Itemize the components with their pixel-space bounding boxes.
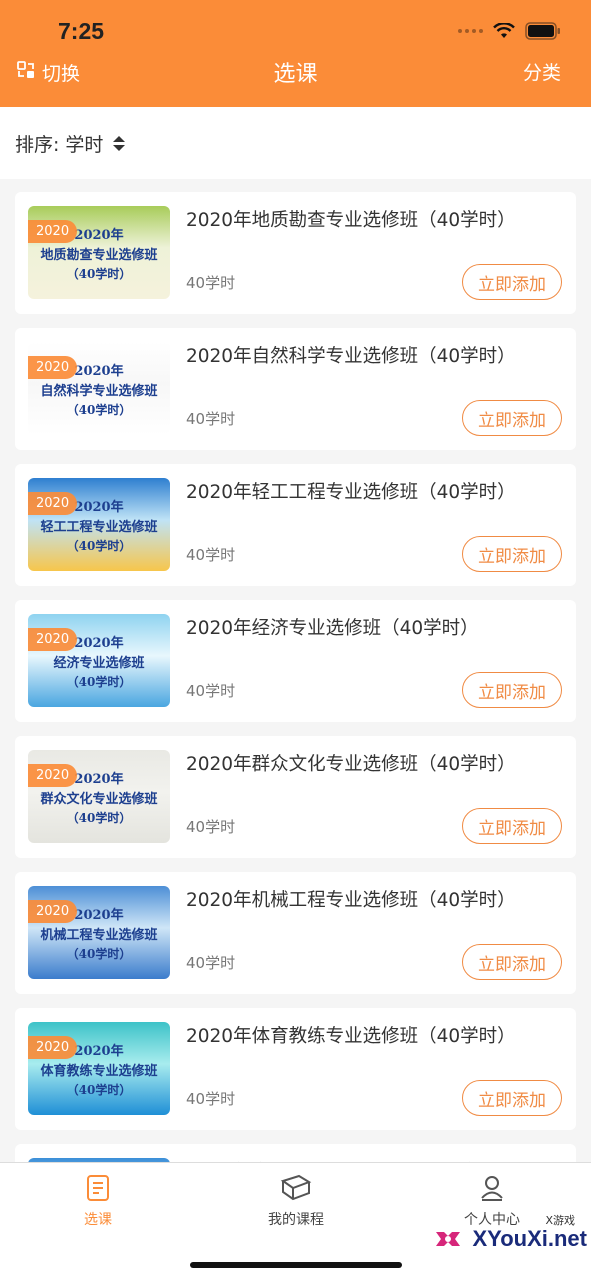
year-badge: 2020: [28, 764, 78, 787]
thumbnail-line-3: （40学时）: [66, 1083, 132, 1097]
thumbnail-line-3: （40学时）: [66, 539, 132, 553]
course-thumbnail[interactable]: 2020年 机械工程专业选修班 （40学时） 2020: [28, 886, 170, 979]
course-hours: 40学时: [186, 818, 236, 836]
course-thumbnail[interactable]: 2020年 自然科学专业选修班 （40学时） 2020: [28, 342, 170, 435]
year-badge: 2020: [28, 628, 78, 651]
course-title[interactable]: 2020年地质勘查专业选修班（40学时）: [186, 206, 516, 232]
year-badge: 2020: [28, 1036, 78, 1059]
course-title[interactable]: 2020年机械工程专业选修班（40学时）: [186, 886, 516, 912]
course-hours: 40学时: [186, 682, 236, 700]
status-bar: 7:25: [0, 0, 591, 58]
sort-toggle-icon[interactable]: [113, 135, 126, 151]
course-card[interactable]: 2020年 机械工程专业选修班 （40学时） 2020 2020年机械工程专业选…: [15, 872, 576, 994]
course-card[interactable]: 2020年 地质勘查专业选修班 （40学时） 2020 2020年地质勘查专业选…: [15, 192, 576, 314]
course-thumbnail[interactable]: 2020年 轻工工程专业选修班 （40学时） 2020: [28, 478, 170, 571]
course-thumbnail[interactable]: 2020年 地质勘查专业选修班 （40学时） 2020: [28, 206, 170, 299]
sort-label: 排序:: [15, 133, 60, 156]
thumbnail-line-3: （40学时）: [66, 811, 132, 825]
course-title[interactable]: 2020年经济专业选修班（40学时）: [186, 614, 479, 640]
year-badge: 2020: [28, 220, 78, 243]
course-hours: 40学时: [186, 954, 236, 972]
course-title[interactable]: 2020年体育教练专业选修班（40学时）: [186, 1022, 516, 1048]
course-hours: 40学时: [186, 1090, 236, 1108]
thumbnail-line-2: 自然科学专业选修班: [40, 384, 158, 399]
year-badge: 2020: [28, 356, 78, 379]
add-course-button[interactable]: 立即添加: [462, 944, 562, 980]
course-hours: 40学时: [186, 546, 236, 564]
home-indicator: [190, 1262, 402, 1268]
thumbnail-line-3: （40学时）: [66, 403, 132, 417]
course-title[interactable]: 2020年轻工工程专业选修班（40学时）: [186, 478, 516, 504]
status-time: 7:25: [58, 18, 105, 44]
thumbnail-line-2: 体育教练专业选修班: [40, 1064, 158, 1079]
course-card[interactable]: 2020年 群众文化专业选修班 （40学时） 2020 2020年群众文化专业选…: [15, 736, 576, 858]
add-course-button[interactable]: 立即添加: [462, 536, 562, 572]
watermark: XYouXi.net X游戏: [427, 1214, 588, 1260]
course-thumbnail[interactable]: 2020年 群众文化专业选修班 （40学时） 2020: [28, 750, 170, 843]
course-hours: 40学时: [186, 410, 236, 428]
course-list: 2020年 地质勘查专业选修班 （40学时） 2020 2020年地质勘查专业选…: [15, 192, 576, 1280]
category-button[interactable]: 分类: [523, 58, 561, 85]
thumbnail-line-2: 机械工程专业选修班: [40, 928, 158, 943]
tab-label: 选课: [84, 1212, 112, 1228]
course-title[interactable]: 2020年群众文化专业选修班（40学时）: [186, 750, 516, 776]
watermark-small-text: X游戏: [545, 1214, 575, 1227]
tab-my-courses[interactable]: 我的课程: [216, 1173, 376, 1229]
person-icon: [481, 1176, 503, 1201]
app-header: 7:25 切换 选课 分类: [0, 0, 591, 107]
signal-dots-icon: [458, 29, 483, 33]
thumbnail-line-2: 地质勘查专业选修班: [40, 248, 158, 263]
year-badge: 2020: [28, 492, 78, 515]
sort-bar[interactable]: 排序: 学时: [0, 107, 591, 179]
thumbnail-line-3: （40学时）: [66, 675, 132, 689]
watermark-text: XYouXi.net: [472, 1226, 588, 1251]
course-card[interactable]: 2020年 体育教练专业选修班 （40学时） 2020 2020年体育教练专业选…: [15, 1008, 576, 1130]
course-select-icon: [87, 1175, 109, 1201]
wifi-icon: [493, 23, 515, 39]
add-course-button[interactable]: 立即添加: [462, 1080, 562, 1116]
tab-course-select[interactable]: 选课: [18, 1173, 178, 1229]
course-thumbnail[interactable]: 2020年 体育教练专业选修班 （40学时） 2020: [28, 1022, 170, 1115]
status-icons: [458, 22, 561, 40]
sort-value[interactable]: 学时: [65, 130, 103, 157]
nav-bar: 切换 选课 分类: [0, 58, 591, 107]
thumbnail-line-2: 经济专业选修班: [53, 656, 145, 671]
course-title[interactable]: 2020年自然科学专业选修班（40学时）: [186, 342, 516, 368]
course-thumbnail[interactable]: 2020年 经济专业选修班 （40学时） 2020: [28, 614, 170, 707]
thumbnail-line-2: 群众文化专业选修班: [40, 792, 158, 807]
course-card[interactable]: 2020年 经济专业选修班 （40学时） 2020 2020年经济专业选修班（4…: [15, 600, 576, 722]
battery-icon: [525, 22, 561, 40]
add-course-button[interactable]: 立即添加: [462, 264, 562, 300]
thumbnail-line-2: 轻工工程专业选修班: [40, 520, 158, 535]
year-badge: 2020: [28, 900, 78, 923]
add-course-button[interactable]: 立即添加: [462, 808, 562, 844]
thumbnail-line-3: （40学时）: [66, 267, 132, 281]
course-hours: 40学时: [186, 274, 236, 292]
book-icon: [280, 1174, 312, 1201]
tab-label: 我的课程: [268, 1212, 324, 1228]
add-course-button[interactable]: 立即添加: [462, 672, 562, 708]
add-course-button[interactable]: 立即添加: [462, 400, 562, 436]
gamepad-logo-icon: [428, 1220, 467, 1258]
course-card[interactable]: 2020年 轻工工程专业选修班 （40学时） 2020 2020年轻工工程专业选…: [15, 464, 576, 586]
page-title: 选课: [273, 62, 318, 87]
course-card[interactable]: 2020年 自然科学专业选修班 （40学时） 2020 2020年自然科学专业选…: [15, 328, 576, 450]
thumbnail-line-3: （40学时）: [66, 947, 132, 961]
